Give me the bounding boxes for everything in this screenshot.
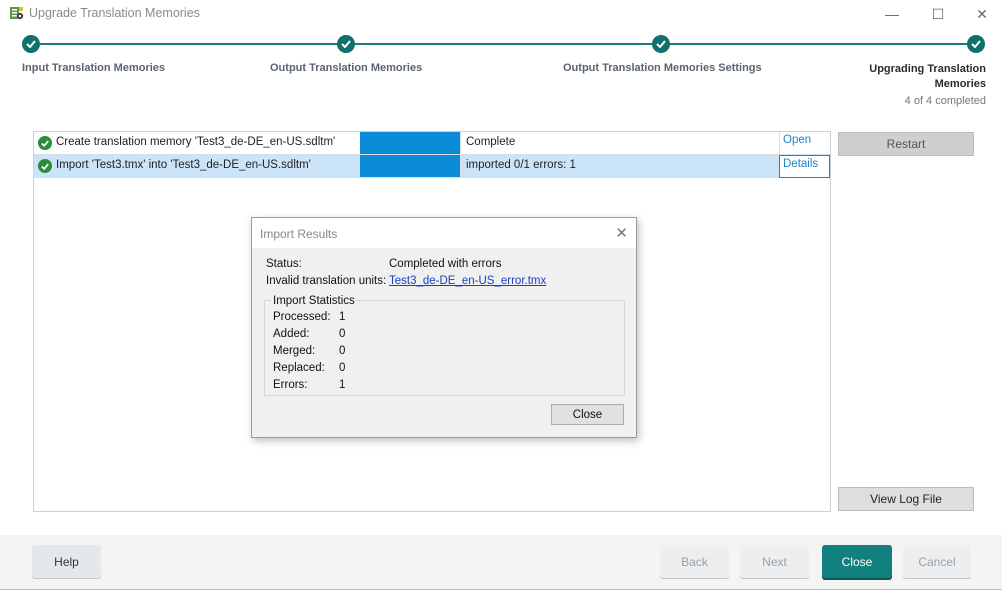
task-row[interactable]: Create translation memory 'Test3_de-DE_e… (34, 132, 830, 155)
minimize-button[interactable]: — (872, 2, 912, 26)
invalid-units-file-link[interactable]: Test3_de-DE_en-US_error.tmx (389, 275, 546, 287)
column-divider (460, 155, 461, 177)
window-title: Upgrade Translation Memories (29, 6, 200, 20)
next-button[interactable]: Next (740, 545, 809, 578)
import-results-dialog: Import Results ✕ Status: Completed with … (251, 217, 637, 438)
step-2-check-icon (337, 35, 355, 53)
step-3-check-icon (652, 35, 670, 53)
cancel-button[interactable]: Cancel (903, 545, 971, 578)
dialog-close-icon[interactable]: ✕ (615, 224, 628, 242)
task-row[interactable]: Import 'Test3.tmx' into 'Test3_de-DE_en-… (34, 155, 830, 178)
details-link[interactable]: Details (779, 155, 830, 178)
stat-processed-label: Processed: (273, 311, 331, 323)
app-icon (10, 7, 24, 20)
step-1-check-icon (22, 35, 40, 53)
view-log-file-button[interactable]: View Log File (838, 487, 974, 511)
maximize-icon: ☐ (931, 5, 945, 22)
step-4-label-line2: Memories (934, 78, 986, 90)
step-4-check-icon (967, 35, 985, 53)
task-name: Import 'Test3.tmx' into 'Test3_de-DE_en-… (56, 159, 311, 171)
step-4-label-line1: Upgrading Translation (869, 63, 986, 75)
step-1-label: Input Translation Memories (22, 62, 166, 74)
stat-errors-value: 1 (339, 379, 346, 391)
stat-added-value: 0 (339, 328, 346, 340)
task-progress-bar (360, 155, 460, 177)
task-status: Complete (466, 136, 516, 148)
success-check-icon (38, 159, 52, 173)
status-label: Status: (266, 258, 302, 270)
column-divider (460, 132, 461, 154)
step-4-label: Upgrading Translation Memories (869, 62, 986, 92)
stat-replaced-value: 0 (339, 362, 346, 374)
stat-processed-value: 1 (339, 311, 346, 323)
dialog-close-button[interactable]: Close (551, 404, 624, 425)
invalid-units-label: Invalid translation units: (266, 275, 387, 287)
close-button[interactable]: Close (822, 545, 892, 578)
dialog-title: Import Results (260, 227, 338, 241)
task-status: imported 0/1 errors: 1 (466, 159, 576, 171)
maximize-button[interactable]: ☐ (918, 2, 958, 26)
task-progress-bar (360, 132, 460, 154)
close-window-button[interactable]: ✕ (962, 2, 1002, 26)
task-name: Create translation memory 'Test3_de-DE_e… (56, 136, 336, 148)
stepper-line (40, 43, 970, 45)
footer-bar: Help Back Next Close Cancel (0, 535, 1002, 590)
open-link[interactable]: Open (779, 132, 830, 155)
restart-button[interactable]: Restart (838, 132, 974, 156)
stat-errors-label: Errors: (273, 379, 308, 391)
close-icon: ✕ (976, 5, 988, 22)
back-button[interactable]: Back (660, 545, 729, 578)
help-button[interactable]: Help (32, 545, 101, 578)
import-statistics-title: Import Statistics (271, 295, 357, 307)
stat-replaced-label: Replaced: (273, 362, 325, 374)
step-3-label: Output Translation Memories Settings (563, 62, 762, 74)
minimize-icon: — (885, 6, 899, 22)
title-bar: Upgrade Translation Memories — ☐ ✕ (0, 0, 1002, 28)
dialog-title-bar: Import Results ✕ (252, 218, 636, 248)
status-value: Completed with errors (389, 258, 502, 270)
import-statistics-group: Import Statistics Processed: 1 Added: 0 … (264, 295, 625, 396)
stat-merged-value: 0 (339, 345, 346, 357)
step-2-label: Output Translation Memories (270, 62, 423, 74)
steps-completed-text: 4 of 4 completed (904, 95, 986, 107)
stat-added-label: Added: (273, 328, 310, 340)
success-check-icon (38, 136, 52, 150)
stat-merged-label: Merged: (273, 345, 316, 357)
